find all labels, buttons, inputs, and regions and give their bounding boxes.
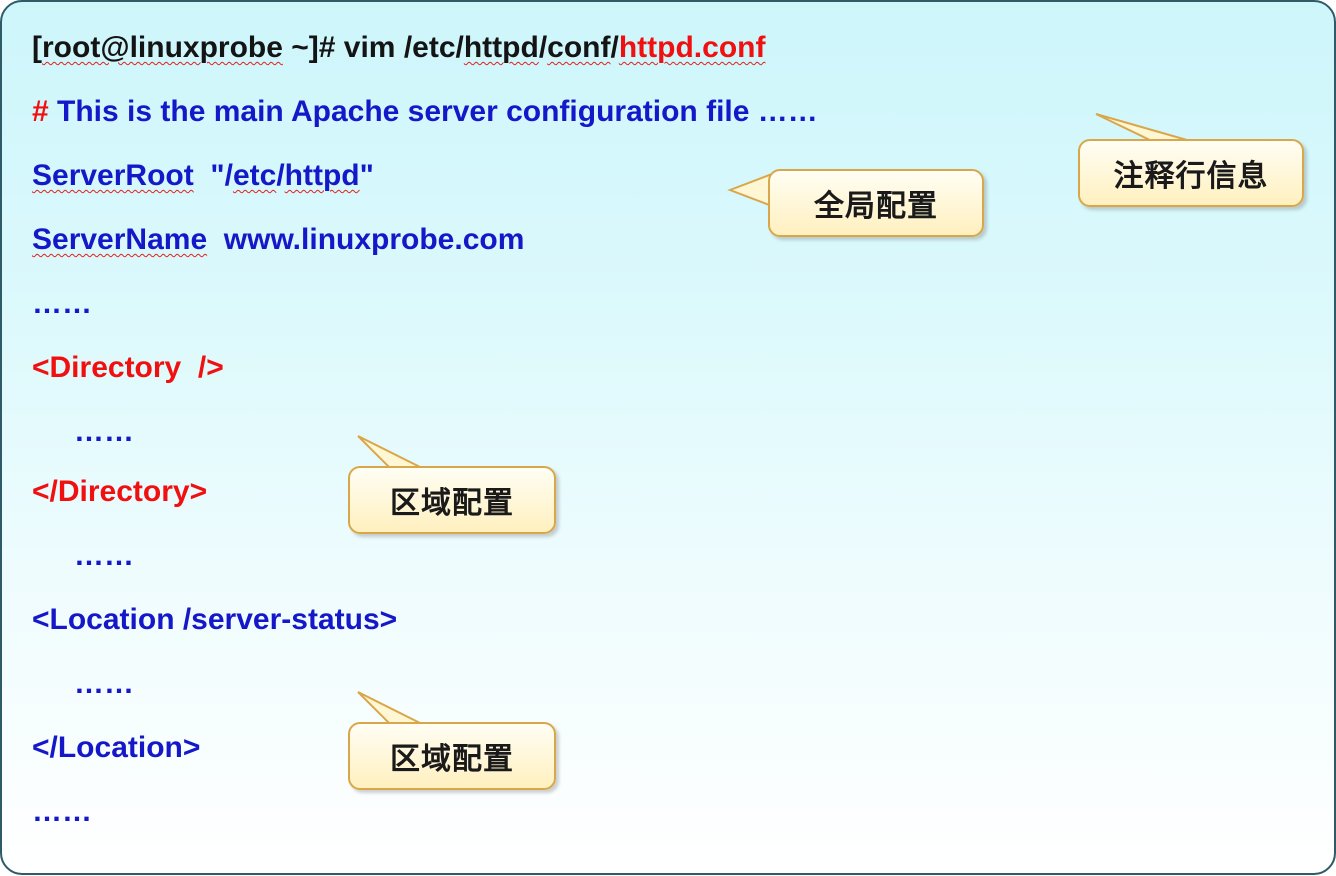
global-config-callout: 全局配置 — [768, 169, 984, 237]
region1-callout-tail — [357, 435, 423, 469]
region2-callout-tail — [357, 691, 423, 725]
comment-callout-tail — [1095, 113, 1195, 143]
global-callout-tail — [727, 172, 773, 208]
comment-callout: 注释行信息 — [1078, 139, 1304, 207]
config-frame: [root@linuxprobe ~]# vim /etc/httpd/conf… — [0, 0, 1336, 875]
region-config-callout-2: 区域配置 — [348, 722, 556, 790]
callout-tails — [357, 113, 1195, 725]
region-config-callout-1: 区域配置 — [348, 466, 556, 534]
